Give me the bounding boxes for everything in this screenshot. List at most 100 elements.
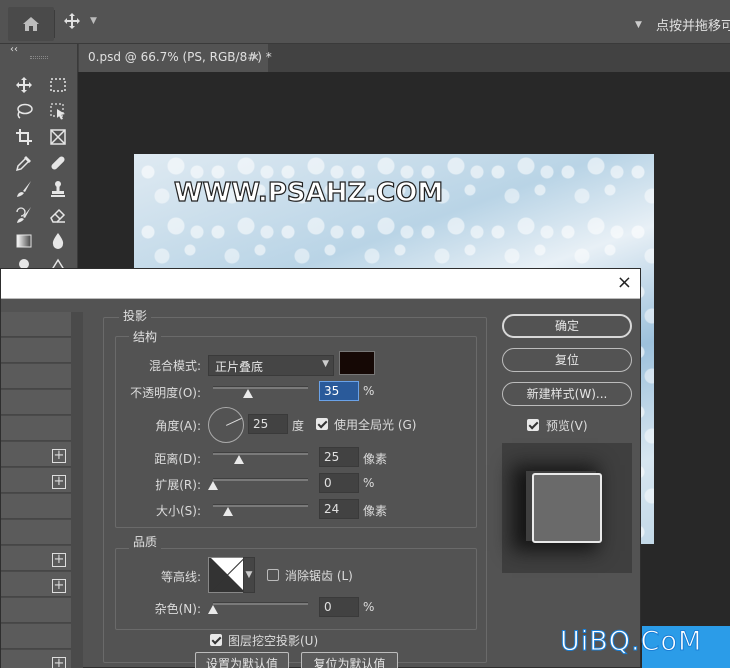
preview-thumbnail <box>532 473 602 543</box>
blend-mode-value: 正片叠底 <box>215 360 264 374</box>
preview-label: 预览(V) <box>546 419 588 433</box>
chevron-down-icon[interactable]: ▼ <box>243 557 255 593</box>
healing-brush-tool-icon[interactable] <box>47 152 69 174</box>
style-list-item[interactable] <box>1 520 71 545</box>
new-style-button[interactable]: 新建样式(W)... <box>502 382 632 406</box>
angle-label: 角度(A): <box>155 419 201 433</box>
style-list-item[interactable] <box>1 338 71 363</box>
angle-unit: 度 <box>292 419 305 433</box>
contour-curve <box>209 558 243 592</box>
shadow-color-swatch[interactable] <box>339 351 375 375</box>
angle-input[interactable]: 25 <box>248 414 288 434</box>
noise-slider[interactable] <box>213 602 308 605</box>
opacity-slider-thumb[interactable] <box>243 389 253 398</box>
style-preview <box>502 443 632 573</box>
style-list-item[interactable] <box>1 364 71 389</box>
spread-label: 扩展(R): <box>155 478 201 492</box>
eraser-tool-icon[interactable] <box>47 204 69 226</box>
add-effect-button[interactable]: + <box>52 657 66 668</box>
opacity-input[interactable]: 35 <box>319 381 359 401</box>
style-list-item[interactable] <box>1 494 71 519</box>
quality-legend: 品质 <box>129 533 162 550</box>
angle-dial[interactable] <box>208 407 244 443</box>
object-selection-tool-icon[interactable] <box>47 100 69 122</box>
noise-input[interactable]: 0 <box>319 597 359 617</box>
distance-label: 距离(D): <box>154 452 201 466</box>
section-title: 投影 <box>119 307 152 324</box>
global-light-label: 使用全局光 (G) <box>334 418 417 432</box>
move-tool-options-icon[interactable] <box>63 12 81 34</box>
close-icon[interactable]: × <box>617 273 632 293</box>
move-tool-icon[interactable] <box>13 74 35 96</box>
structure-legend: 结构 <box>129 328 162 345</box>
hint-text: 点按并拖移可 <box>656 19 730 34</box>
contour-preview[interactable] <box>208 557 244 593</box>
add-effect-button[interactable]: + <box>52 449 66 463</box>
add-effect-button[interactable]: + <box>52 475 66 489</box>
chevron-down-icon[interactable]: ▼ <box>90 16 97 26</box>
blend-mode-label: 混合模式: <box>148 359 201 373</box>
close-icon[interactable]: × <box>250 50 260 64</box>
options-bar: ▼ ▼ 点按并拖移可 <box>0 0 730 44</box>
eyedropper-tool-icon[interactable] <box>13 152 35 174</box>
reset-button[interactable]: 复位 <box>502 348 632 372</box>
knockout-label: 图层挖空投影(U) <box>228 634 319 648</box>
lasso-tool-icon[interactable] <box>13 100 35 122</box>
size-slider-thumb[interactable] <box>223 507 233 516</box>
noise-label: 杂色(N): <box>154 602 201 616</box>
global-light-checkbox[interactable] <box>316 418 328 430</box>
antialias-label: 消除锯齿 (L) <box>285 569 353 583</box>
distance-input[interactable]: 25 <box>319 447 359 467</box>
opacity-slider[interactable] <box>213 386 308 389</box>
set-default-button[interactable]: 设置为默认值 <box>195 652 289 668</box>
crop-tool-icon[interactable] <box>13 126 35 148</box>
contour-label: 等高线: <box>160 570 201 584</box>
style-list-item[interactable] <box>1 390 71 415</box>
document-tab-title: 0.psd @ 66.7% (PS, RGB/8#) * <box>88 50 272 64</box>
document-tab[interactable]: 0.psd @ 66.7% (PS, RGB/8#) * <box>79 44 272 72</box>
collapse-panel-button[interactable]: ‹‹ <box>10 44 18 55</box>
home-button[interactable] <box>8 7 54 41</box>
spread-slider-thumb[interactable] <box>208 481 218 490</box>
style-list-item[interactable] <box>1 416 71 441</box>
size-label: 大小(S): <box>155 504 201 518</box>
dialog-title-bar[interactable]: × <box>1 269 640 299</box>
noise-slider-thumb[interactable] <box>208 605 218 614</box>
distance-slider[interactable] <box>213 452 308 455</box>
spread-input[interactable]: 0 <box>319 473 359 493</box>
clone-stamp-tool-icon[interactable] <box>47 178 69 200</box>
panel-grip[interactable] <box>30 56 48 59</box>
style-list: + + + + + <box>1 312 83 668</box>
noise-unit: % <box>363 600 375 614</box>
style-list-item[interactable] <box>1 624 71 649</box>
size-input[interactable]: 24 <box>319 499 359 519</box>
ok-button[interactable]: 确定 <box>502 314 632 338</box>
add-effect-button[interactable]: + <box>52 579 66 593</box>
brush-tool-icon[interactable] <box>13 178 35 200</box>
frame-tool-icon[interactable] <box>47 126 69 148</box>
opacity-unit: % <box>363 384 375 398</box>
site-logo: UiBQ.CoM <box>559 626 703 658</box>
toolbar-separator <box>54 10 55 38</box>
distance-slider-thumb[interactable] <box>234 455 244 464</box>
blend-mode-select[interactable]: 正片叠底 ▼ <box>208 355 334 376</box>
knockout-checkbox[interactable] <box>210 634 222 646</box>
blur-tool-icon[interactable] <box>47 230 69 252</box>
chevron-down-icon[interactable]: ▼ <box>635 20 642 30</box>
preview-checkbox[interactable] <box>527 419 539 431</box>
style-list-item[interactable] <box>1 312 71 337</box>
marquee-tool-icon[interactable] <box>47 74 69 96</box>
quality-group <box>115 548 477 630</box>
gradient-tool-icon[interactable] <box>13 230 35 252</box>
size-unit: 像素 <box>363 504 388 518</box>
chevron-down-icon: ▼ <box>322 359 329 369</box>
antialias-checkbox[interactable] <box>267 569 279 581</box>
spread-slider[interactable] <box>213 478 308 481</box>
distance-unit: 像素 <box>363 452 388 466</box>
opacity-label: 不透明度(O): <box>130 386 201 400</box>
tools-panel-header: ‹‹ <box>0 44 77 66</box>
style-list-item[interactable] <box>1 598 71 623</box>
add-effect-button[interactable]: + <box>52 553 66 567</box>
reset-default-button[interactable]: 复位为默认值 <box>301 652 398 668</box>
history-brush-tool-icon[interactable] <box>13 204 35 226</box>
